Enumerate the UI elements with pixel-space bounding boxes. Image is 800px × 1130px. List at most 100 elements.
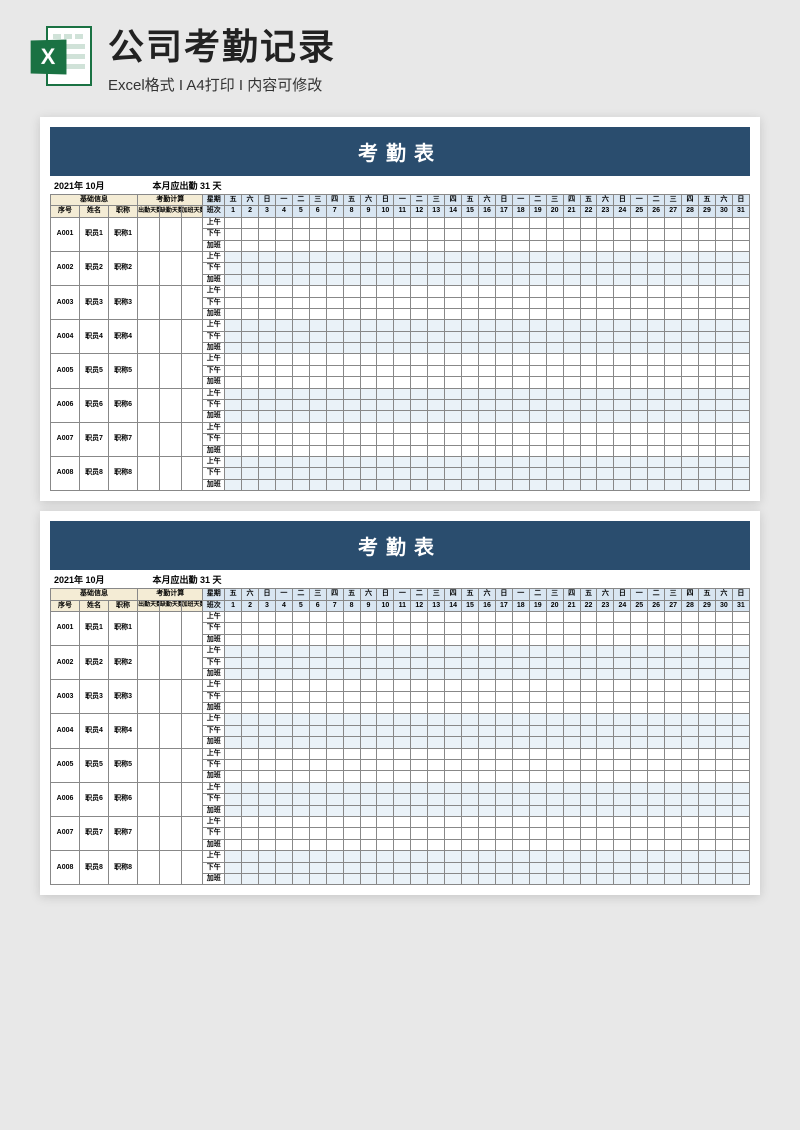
attendance-cell[interactable] <box>343 263 360 274</box>
attendance-cell[interactable] <box>292 400 309 411</box>
attendance-cell[interactable] <box>614 240 631 251</box>
attendance-cell[interactable] <box>732 411 749 422</box>
attendance-cell[interactable] <box>428 748 445 759</box>
attendance-cell[interactable] <box>529 422 546 433</box>
attendance-cell[interactable] <box>360 479 377 490</box>
calc-cell[interactable] <box>138 388 160 422</box>
attendance-cell[interactable] <box>394 782 411 793</box>
attendance-cell[interactable] <box>377 229 394 240</box>
attendance-cell[interactable] <box>445 680 462 691</box>
attendance-cell[interactable] <box>259 400 276 411</box>
attendance-cell[interactable] <box>648 297 665 308</box>
attendance-cell[interactable] <box>698 634 715 645</box>
attendance-cell[interactable] <box>326 691 343 702</box>
attendance-cell[interactable] <box>479 308 496 319</box>
attendance-cell[interactable] <box>259 805 276 816</box>
attendance-cell[interactable] <box>479 668 496 679</box>
attendance-cell[interactable] <box>563 343 580 354</box>
attendance-cell[interactable] <box>259 343 276 354</box>
attendance-cell[interactable] <box>343 794 360 805</box>
attendance-cell[interactable] <box>225 691 242 702</box>
attendance-cell[interactable] <box>529 388 546 399</box>
attendance-cell[interactable] <box>445 771 462 782</box>
attendance-cell[interactable] <box>242 274 259 285</box>
attendance-cell[interactable] <box>665 434 682 445</box>
attendance-cell[interactable] <box>292 737 309 748</box>
attendance-cell[interactable] <box>563 862 580 873</box>
attendance-cell[interactable] <box>462 816 479 827</box>
attendance-cell[interactable] <box>614 320 631 331</box>
attendance-cell[interactable] <box>479 862 496 873</box>
attendance-cell[interactable] <box>529 657 546 668</box>
attendance-cell[interactable] <box>394 308 411 319</box>
attendance-cell[interactable] <box>309 240 326 251</box>
attendance-cell[interactable] <box>631 816 648 827</box>
attendance-cell[interactable] <box>326 760 343 771</box>
attendance-cell[interactable] <box>309 668 326 679</box>
attendance-cell[interactable] <box>529 308 546 319</box>
attendance-cell[interactable] <box>360 240 377 251</box>
attendance-cell[interactable] <box>394 816 411 827</box>
attendance-cell[interactable] <box>343 680 360 691</box>
attendance-cell[interactable] <box>665 760 682 771</box>
attendance-cell[interactable] <box>529 862 546 873</box>
attendance-cell[interactable] <box>580 320 597 331</box>
attendance-cell[interactable] <box>665 286 682 297</box>
attendance-cell[interactable] <box>682 828 699 839</box>
attendance-cell[interactable] <box>580 691 597 702</box>
attendance-cell[interactable] <box>648 737 665 748</box>
attendance-cell[interactable] <box>648 331 665 342</box>
attendance-cell[interactable] <box>309 411 326 422</box>
calc-cell[interactable] <box>138 456 160 490</box>
attendance-cell[interactable] <box>495 737 512 748</box>
attendance-cell[interactable] <box>242 611 259 622</box>
attendance-cell[interactable] <box>225 445 242 456</box>
attendance-cell[interactable] <box>242 354 259 365</box>
attendance-cell[interactable] <box>242 308 259 319</box>
attendance-cell[interactable] <box>698 680 715 691</box>
attendance-cell[interactable] <box>546 229 563 240</box>
attendance-cell[interactable] <box>563 274 580 285</box>
attendance-cell[interactable] <box>597 445 614 456</box>
attendance-cell[interactable] <box>242 479 259 490</box>
attendance-cell[interactable] <box>479 411 496 422</box>
attendance-cell[interactable] <box>292 217 309 228</box>
attendance-cell[interactable] <box>715 805 732 816</box>
calc-cell[interactable] <box>138 422 160 456</box>
attendance-cell[interactable] <box>445 297 462 308</box>
attendance-cell[interactable] <box>394 479 411 490</box>
attendance-cell[interactable] <box>360 468 377 479</box>
attendance-cell[interactable] <box>462 611 479 622</box>
attendance-cell[interactable] <box>225 816 242 827</box>
attendance-cell[interactable] <box>648 388 665 399</box>
attendance-cell[interactable] <box>614 703 631 714</box>
attendance-cell[interactable] <box>259 240 276 251</box>
attendance-cell[interactable] <box>597 680 614 691</box>
attendance-cell[interactable] <box>309 782 326 793</box>
attendance-cell[interactable] <box>462 839 479 850</box>
attendance-cell[interactable] <box>648 703 665 714</box>
attendance-cell[interactable] <box>225 320 242 331</box>
attendance-cell[interactable] <box>648 668 665 679</box>
attendance-cell[interactable] <box>563 263 580 274</box>
attendance-cell[interactable] <box>546 680 563 691</box>
attendance-cell[interactable] <box>360 456 377 467</box>
attendance-cell[interactable] <box>377 611 394 622</box>
attendance-cell[interactable] <box>479 691 496 702</box>
attendance-cell[interactable] <box>682 771 699 782</box>
attendance-cell[interactable] <box>597 274 614 285</box>
attendance-cell[interactable] <box>445 703 462 714</box>
attendance-cell[interactable] <box>292 782 309 793</box>
attendance-cell[interactable] <box>580 839 597 850</box>
attendance-cell[interactable] <box>529 646 546 657</box>
attendance-cell[interactable] <box>495 434 512 445</box>
attendance-cell[interactable] <box>343 714 360 725</box>
attendance-cell[interactable] <box>631 286 648 297</box>
attendance-cell[interactable] <box>495 240 512 251</box>
calc-cell[interactable] <box>138 286 160 320</box>
attendance-cell[interactable] <box>698 251 715 262</box>
attendance-cell[interactable] <box>563 703 580 714</box>
attendance-cell[interactable] <box>411 297 428 308</box>
attendance-cell[interactable] <box>648 354 665 365</box>
attendance-cell[interactable] <box>326 422 343 433</box>
